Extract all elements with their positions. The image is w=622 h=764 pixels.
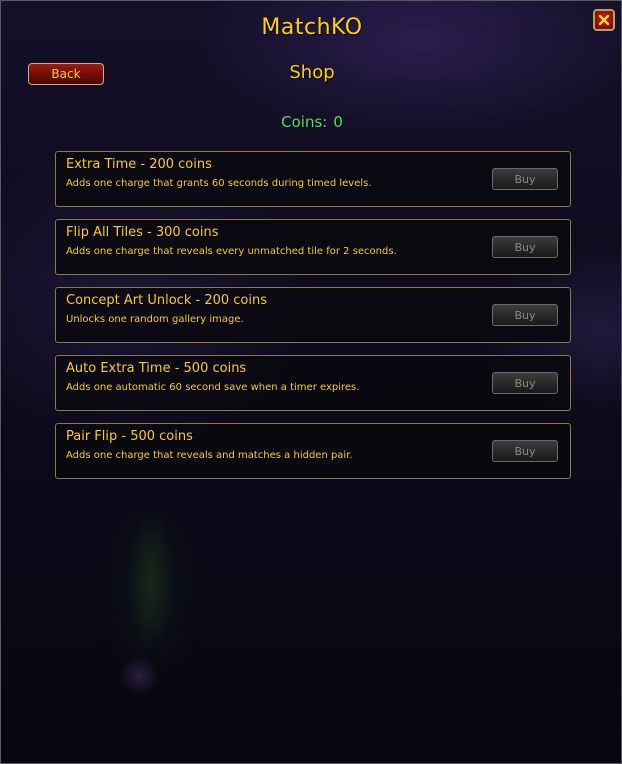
coins-display: Coins: 0 xyxy=(1,113,621,131)
shop-item-description: Unlocks one random gallery image. xyxy=(66,314,244,325)
close-button[interactable] xyxy=(593,9,615,31)
shop-item-title: Pair Flip - 500 coins xyxy=(66,429,193,444)
shop-item-auto-extra-time: Auto Extra Time - 500 coins Adds one aut… xyxy=(55,355,571,411)
shop-item-description: Adds one automatic 60 second save when a… xyxy=(66,382,360,393)
shop-item-extra-time: Extra Time - 200 coins Adds one charge t… xyxy=(55,151,571,207)
shop-item-description: Adds one charge that grants 60 seconds d… xyxy=(66,178,372,189)
buy-button[interactable]: Buy xyxy=(492,236,558,258)
shop-item-flip-all-tiles: Flip All Tiles - 300 coins Adds one char… xyxy=(55,219,571,275)
shop-item-list: Extra Time - 200 coins Adds one charge t… xyxy=(55,151,571,491)
shop-item-description: Adds one charge that reveals every unmat… xyxy=(66,246,397,257)
shop-item-pair-flip: Pair Flip - 500 coins Adds one charge th… xyxy=(55,423,571,479)
coins-label: Coins: xyxy=(281,113,328,131)
coins-value: 0 xyxy=(333,113,343,131)
window-title: MatchKO xyxy=(261,15,363,40)
shop-item-title: Extra Time - 200 coins xyxy=(66,157,212,172)
shop-window: MatchKO Back Shop Coins: 0 Extra Time - 2… xyxy=(0,0,622,764)
buy-button[interactable]: Buy xyxy=(492,372,558,394)
shop-item-title: Auto Extra Time - 500 coins xyxy=(66,361,247,376)
page-title: Shop xyxy=(289,62,335,83)
shop-item-concept-art-unlock: Concept Art Unlock - 200 coins Unlocks o… xyxy=(55,287,571,343)
buy-button[interactable]: Buy xyxy=(492,168,558,190)
buy-button[interactable]: Buy xyxy=(492,304,558,326)
buy-button[interactable]: Buy xyxy=(492,440,558,462)
shop-item-title: Concept Art Unlock - 200 coins xyxy=(66,293,267,308)
background-glow xyxy=(119,656,159,696)
shop-item-title: Flip All Tiles - 300 coins xyxy=(66,225,219,240)
close-x-icon xyxy=(598,14,610,26)
shop-item-description: Adds one charge that reveals and matches… xyxy=(66,450,353,461)
